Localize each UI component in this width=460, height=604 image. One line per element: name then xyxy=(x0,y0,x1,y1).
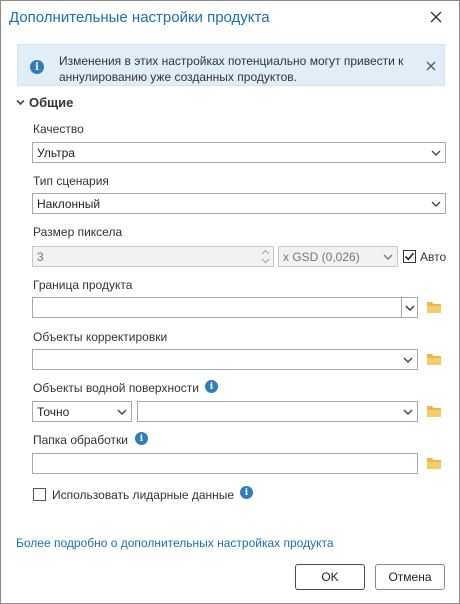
folder-icon[interactable] xyxy=(426,456,442,470)
pixel-size-input[interactable]: 3 xyxy=(32,246,274,267)
correction-select[interactable] xyxy=(32,349,418,370)
group-label: Общие xyxy=(29,95,74,110)
product-settings-dialog: Дополнительные настройки продукта i Изме… xyxy=(0,0,460,604)
water-label: Объекты водной поверхности xyxy=(33,381,199,395)
info-icon: i xyxy=(30,60,44,74)
folder-icon[interactable] xyxy=(426,352,442,366)
group-general-toggle[interactable]: Общие xyxy=(16,95,73,110)
boundary-dropdown-button[interactable] xyxy=(401,298,417,317)
processing-info-icon[interactable]: i xyxy=(135,432,148,445)
auto-checkbox[interactable] xyxy=(403,250,416,263)
dialog-title: Дополнительные настройки продукта xyxy=(9,9,270,26)
scenario-label: Тип сценария xyxy=(33,174,109,188)
chevron-down-icon xyxy=(117,409,127,415)
auto-label: Авто xyxy=(420,250,447,264)
checkmark-icon xyxy=(404,252,415,261)
folder-icon[interactable] xyxy=(426,300,442,314)
boundary-select[interactable] xyxy=(32,297,418,318)
chevron-down-icon xyxy=(403,409,413,415)
water-mode-value: Точно xyxy=(37,404,70,419)
dismiss-banner-icon[interactable] xyxy=(424,59,438,73)
cancel-button[interactable]: Отмена xyxy=(375,564,445,590)
quality-select[interactable]: Ультра xyxy=(32,142,446,163)
water-info-icon[interactable]: i xyxy=(205,380,218,393)
spinner-arrows-icon[interactable] xyxy=(261,248,270,265)
pixel-unit-select[interactable]: x GSD (0,026) xyxy=(278,246,398,267)
correction-label: Объекты корректировки xyxy=(33,330,168,344)
ok-button[interactable]: OK xyxy=(295,564,365,590)
chevron-down-icon xyxy=(431,150,441,156)
chevron-down-icon xyxy=(16,99,25,106)
info-message: Изменения в этих настройках потенциально… xyxy=(59,54,404,84)
help-link[interactable]: Более подробно о дополнительных настройк… xyxy=(16,536,334,550)
quality-value: Ультра xyxy=(37,145,75,160)
scenario-value: Наклонный xyxy=(37,196,101,211)
lidar-checkbox[interactable] xyxy=(33,488,46,501)
pixel-size-value: 3 xyxy=(37,249,44,264)
title-bar: Дополнительные настройки продукта xyxy=(1,1,459,35)
folder-icon[interactable] xyxy=(426,404,442,418)
quality-label: Качество xyxy=(33,122,84,136)
chevron-down-icon xyxy=(431,201,441,207)
processing-folder-input[interactable] xyxy=(32,453,418,474)
info-banner: i Изменения в этих настройках потенциаль… xyxy=(17,44,445,86)
chevron-down-icon xyxy=(403,357,413,363)
chevron-down-icon xyxy=(383,254,393,260)
lidar-info-icon[interactable]: i xyxy=(240,486,253,499)
scenario-select[interactable]: Наклонный xyxy=(32,193,446,214)
water-select[interactable] xyxy=(137,401,418,422)
pixel-unit-value: x GSD (0,026) xyxy=(283,249,360,264)
boundary-label: Граница продукта xyxy=(33,278,133,292)
water-mode-select[interactable]: Точно xyxy=(32,401,132,422)
lidar-label: Использовать лидарные данные xyxy=(52,488,235,502)
chevron-down-icon xyxy=(405,305,415,311)
close-icon[interactable] xyxy=(427,8,445,26)
processing-label: Папка обработки xyxy=(33,433,128,447)
pixel-size-label: Размер пиксела xyxy=(33,225,123,239)
